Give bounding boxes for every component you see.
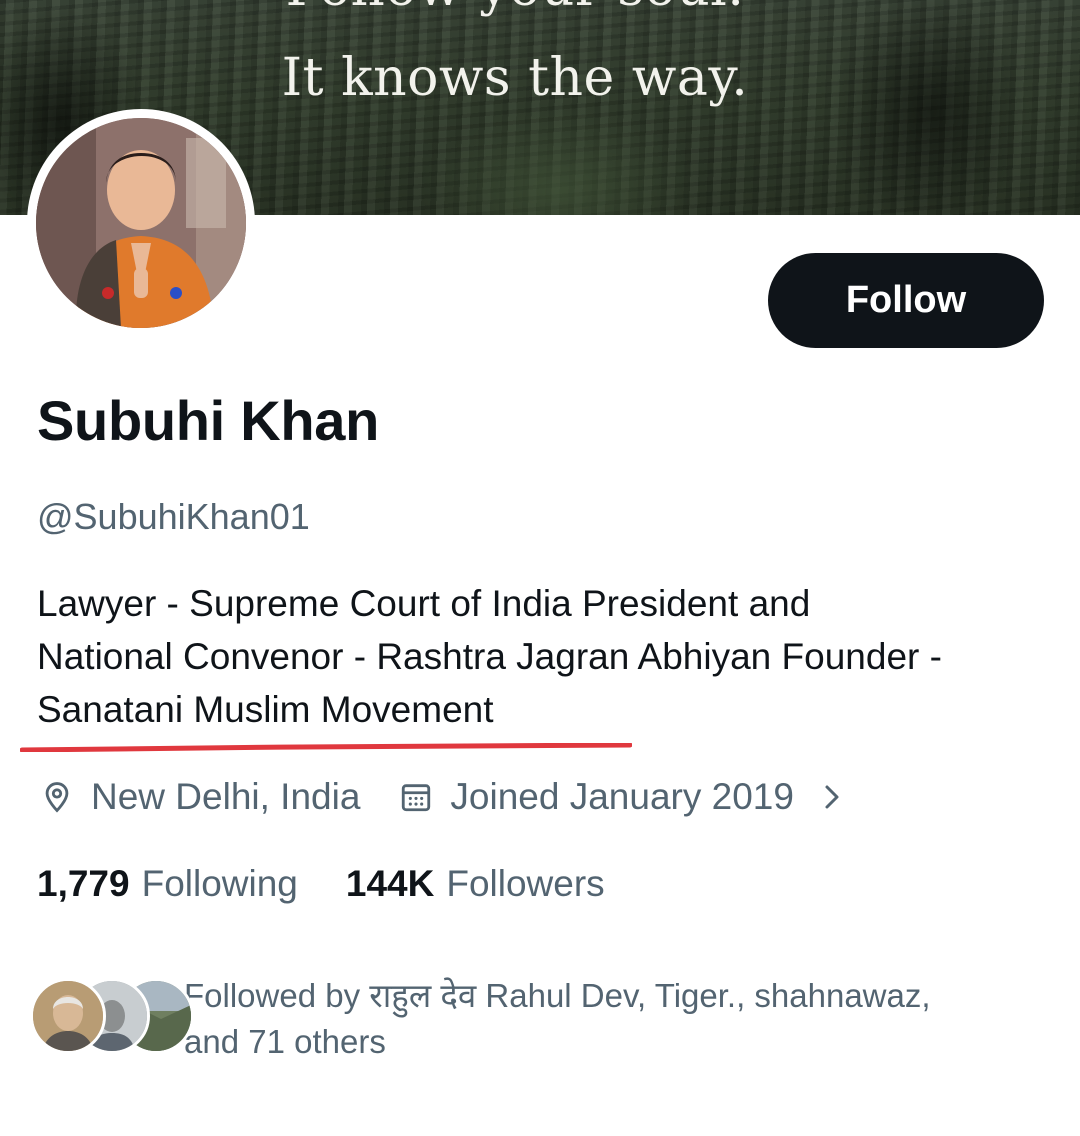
followers-link[interactable]: 144K Followers <box>346 863 605 905</box>
followed-by-text[interactable]: Followed by राहुल देव Rahul Dev, Tiger.,… <box>184 973 1044 1065</box>
follower-avatar <box>30 978 106 1054</box>
followers-count: 144K <box>345 863 435 904</box>
banner-quote-line2: It knows the way. <box>281 48 749 108</box>
followed-by-line: and 71 others <box>184 1023 386 1060</box>
location-text: New Delhi, India <box>91 776 361 817</box>
banner-quote-line1: Follow your soul. <box>0 0 1030 18</box>
followers-label: Followers <box>446 863 605 904</box>
following-link[interactable]: 1,779 Following <box>37 863 298 905</box>
user-handle: @SubuhiKhan01 <box>37 496 310 537</box>
bio-line: Sanatani Muslim Movement <box>37 689 494 730</box>
profile-page: Follow your soul. It knows the way. Foll… <box>0 0 1080 1136</box>
follow-button[interactable]: Follow <box>768 253 1044 348</box>
profile-bio: Lawyer - Supreme Court of India Presiden… <box>37 577 1057 736</box>
profile-avatar[interactable] <box>27 109 255 337</box>
joined-date: Joined January 2019 <box>450 776 794 817</box>
bio-line: National Convenor - Rashtra Jagran Abhiy… <box>37 636 942 677</box>
red-underline-annotation <box>20 743 632 752</box>
profile-meta: New Delhi, India Joined January 2019 <box>37 774 852 820</box>
following-count: 1,779 <box>37 863 130 904</box>
avatar-photo <box>36 118 246 328</box>
calendar-icon <box>396 777 436 817</box>
display-name: Subuhi Khan <box>37 389 379 452</box>
follow-stats: 1,779 Following 144K Followers <box>37 860 605 908</box>
chevron-right-icon[interactable] <box>812 777 852 817</box>
bio-line: Lawyer - Supreme Court of India Presiden… <box>37 583 811 624</box>
followed-by-line: Followed by राहुल देव Rahul Dev, Tiger.,… <box>184 977 931 1014</box>
location-pin-icon <box>37 777 77 817</box>
following-label: Following <box>141 863 298 904</box>
